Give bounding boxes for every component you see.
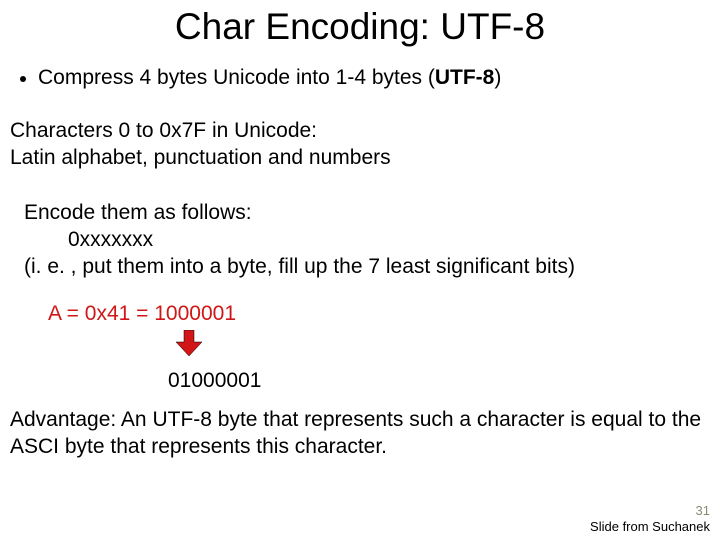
range-post: in Unicode: xyxy=(206,119,317,142)
encode-line1: Encode them as follows: xyxy=(24,200,720,227)
range-line1: Characters 0 to 0x7F in Unicode: xyxy=(10,118,720,145)
bullet-post: ) xyxy=(494,66,501,89)
encode-block: Encode them as follows: 0xxxxxxx (i. e. … xyxy=(24,200,720,281)
down-arrow-icon xyxy=(174,330,720,361)
range-block: Characters 0 to 0x7F in Unicode: Latin a… xyxy=(10,118,720,172)
slide-credit: Slide from Suchanek xyxy=(590,519,710,534)
bullet-dot-icon xyxy=(20,76,26,82)
bullet-text: Compress 4 bytes Unicode into 1-4 bytes … xyxy=(38,66,501,90)
example-red: A = 0x41 = 1000001 xyxy=(48,302,720,326)
encode-line3: (i. e. , put them into a byte, fill up t… xyxy=(24,254,720,281)
example-binary: 01000001 xyxy=(168,369,720,393)
advantage-text: Advantage: An UTF-8 byte that represents… xyxy=(10,407,720,461)
bullet-pre: Compress 4 bytes Unicode into 1-4 bytes … xyxy=(38,66,435,89)
bullet-item: Compress 4 bytes Unicode into 1-4 bytes … xyxy=(20,66,720,90)
bullet-bold: UTF-8 xyxy=(435,66,495,89)
slide-title: Char Encoding: UTF-8 xyxy=(0,0,720,48)
range-line2: Latin alphabet, punctuation and numbers xyxy=(10,145,720,172)
range-pre: Characters xyxy=(10,119,119,142)
range-mid: 0 to 0x7F xyxy=(119,119,207,142)
slide-number: 31 xyxy=(696,503,710,518)
encode-pattern: 0xxxxxxx xyxy=(24,227,720,254)
slide: Char Encoding: UTF-8 Compress 4 bytes Un… xyxy=(0,0,720,540)
